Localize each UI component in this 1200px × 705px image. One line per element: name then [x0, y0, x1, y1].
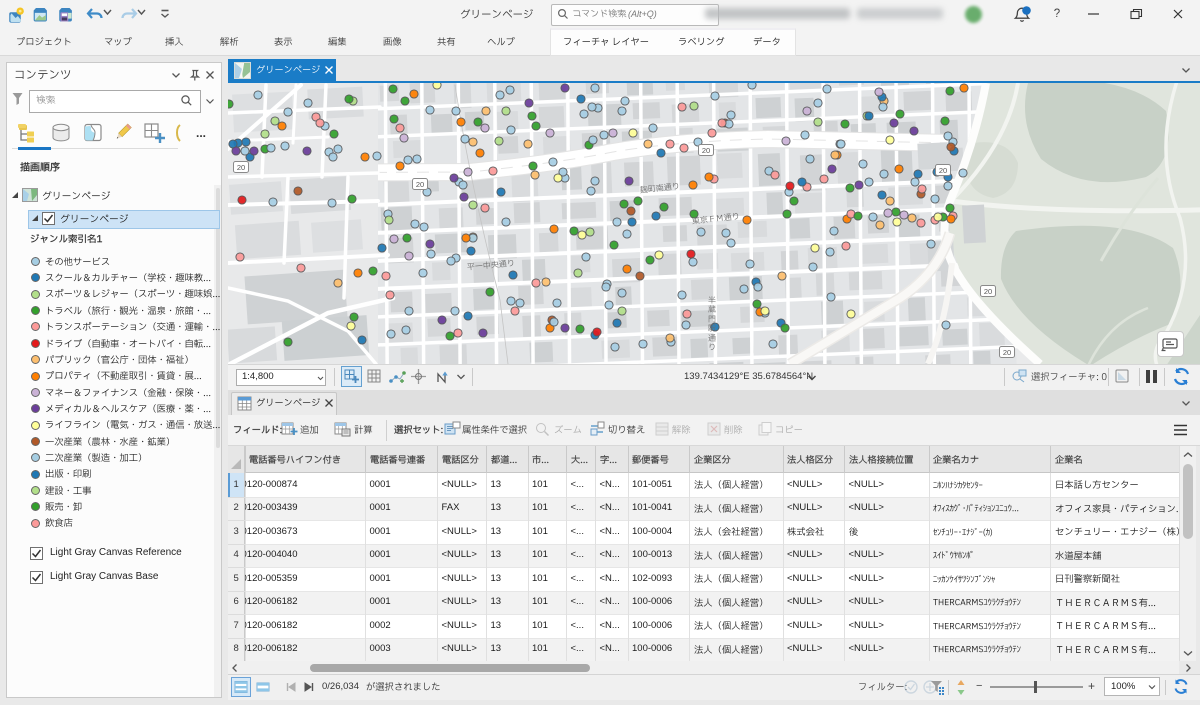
svg-text:20: 20 [984, 287, 992, 296]
svg-text:20: 20 [702, 146, 710, 155]
svg-text:20: 20 [939, 166, 947, 175]
svg-text:20: 20 [416, 180, 424, 189]
svg-text:20: 20 [1003, 348, 1011, 357]
svg-text:20: 20 [237, 163, 245, 172]
